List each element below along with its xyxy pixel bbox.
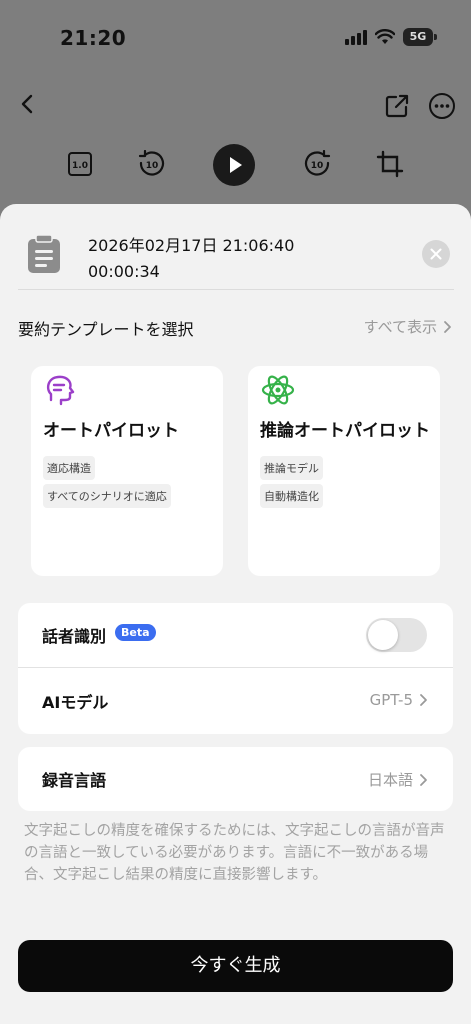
crop-icon[interactable] [376, 150, 404, 178]
language-value: 日本語 [367, 771, 413, 789]
ai-model-value-wrap: GPT-5 [370, 691, 429, 709]
language-label: 録音言語 [42, 771, 107, 790]
generate-now-button[interactable]: 今すぐ生成 [18, 940, 453, 992]
template-card-autopilot[interactable]: オートパイロット 適応構造 すべてのシナリオに適応 [31, 366, 223, 576]
more-icon[interactable] [428, 92, 456, 120]
player-controls: 1.0 10 10 [0, 142, 471, 188]
template-card-reasoning-autopilot[interactable]: 推論オートパイロット 推論モデル 自動構造化 [248, 366, 440, 576]
forward-10-icon[interactable]: 10 [304, 150, 332, 178]
beta-badge: Beta [115, 624, 156, 641]
close-icon [430, 248, 442, 260]
speaker-id-toggle[interactable] [366, 618, 427, 652]
language-value-wrap: 日本語 [368, 769, 429, 790]
play-button[interactable] [213, 144, 255, 186]
chevron-left-icon[interactable] [16, 92, 40, 116]
ai-model-value: GPT-5 [369, 691, 413, 709]
wifi-icon [375, 29, 395, 44]
playback-speed-icon[interactable]: 1.0 [67, 150, 95, 178]
divider [18, 667, 453, 668]
speed-label: 1.0 [72, 161, 88, 171]
show-all-link[interactable]: すべて表示 [364, 316, 453, 337]
signal-icon [345, 30, 367, 45]
toggle-knob [368, 620, 398, 650]
template-tag: すべてのシナリオに適応 [43, 484, 171, 508]
recording-datetime: 2026年02月17日 21:06:40 [88, 236, 295, 255]
language-row[interactable]: 録音言語 日本語 [18, 747, 453, 811]
clipboard-icon [28, 234, 60, 273]
autopilot-head-icon [46, 375, 75, 406]
recording-header: 2026年02月17日 21:06:40 00:00:34 [18, 224, 454, 290]
template-tag: 自動構造化 [260, 484, 323, 508]
rewind-label: 10 [146, 161, 159, 171]
template-tag: 適応構造 [43, 456, 95, 480]
share-icon[interactable] [383, 92, 411, 120]
network-label: 5G [409, 30, 427, 43]
chevron-right-icon [420, 694, 427, 706]
template-name: オートパイロット [43, 421, 179, 441]
rewind-10-icon[interactable]: 10 [137, 150, 165, 178]
speaker-id-row: 話者識別 Beta [18, 603, 453, 667]
summary-sheet: 2026年02月17日 21:06:40 00:00:34 要約テンプレートを選… [0, 204, 471, 1024]
language-notice: 文字起こしの精度を確保するためには、文字起こしの言語が音声の言語と一致している必… [24, 823, 445, 883]
forward-label: 10 [311, 161, 324, 171]
atom-icon [261, 375, 295, 405]
ai-model-row[interactable]: AIモデル GPT-5 [18, 669, 453, 733]
play-icon [230, 157, 242, 173]
speaker-id-label: 話者識別 [42, 627, 107, 646]
chevron-right-icon [420, 773, 427, 786]
template-tag: 推論モデル [260, 456, 323, 480]
battery-icon: 5G [403, 28, 437, 46]
settings-group: 話者識別 Beta AIモデル GPT-5 [18, 603, 453, 734]
chevron-right-icon [444, 320, 451, 333]
status-time: 21:20 [60, 26, 127, 50]
close-button[interactable] [422, 240, 450, 268]
template-section-title: 要約テンプレートを選択 [18, 320, 194, 339]
template-name: 推論オートパイロット [260, 421, 430, 441]
show-all-label: すべて表示 [363, 318, 437, 336]
language-group: 録音言語 日本語 [18, 747, 453, 811]
status-icons: 5G [345, 28, 437, 46]
recording-duration: 00:00:34 [88, 262, 160, 281]
status-bar: 21:20 5G [0, 0, 471, 72]
ai-model-label: AIモデル [42, 693, 109, 712]
